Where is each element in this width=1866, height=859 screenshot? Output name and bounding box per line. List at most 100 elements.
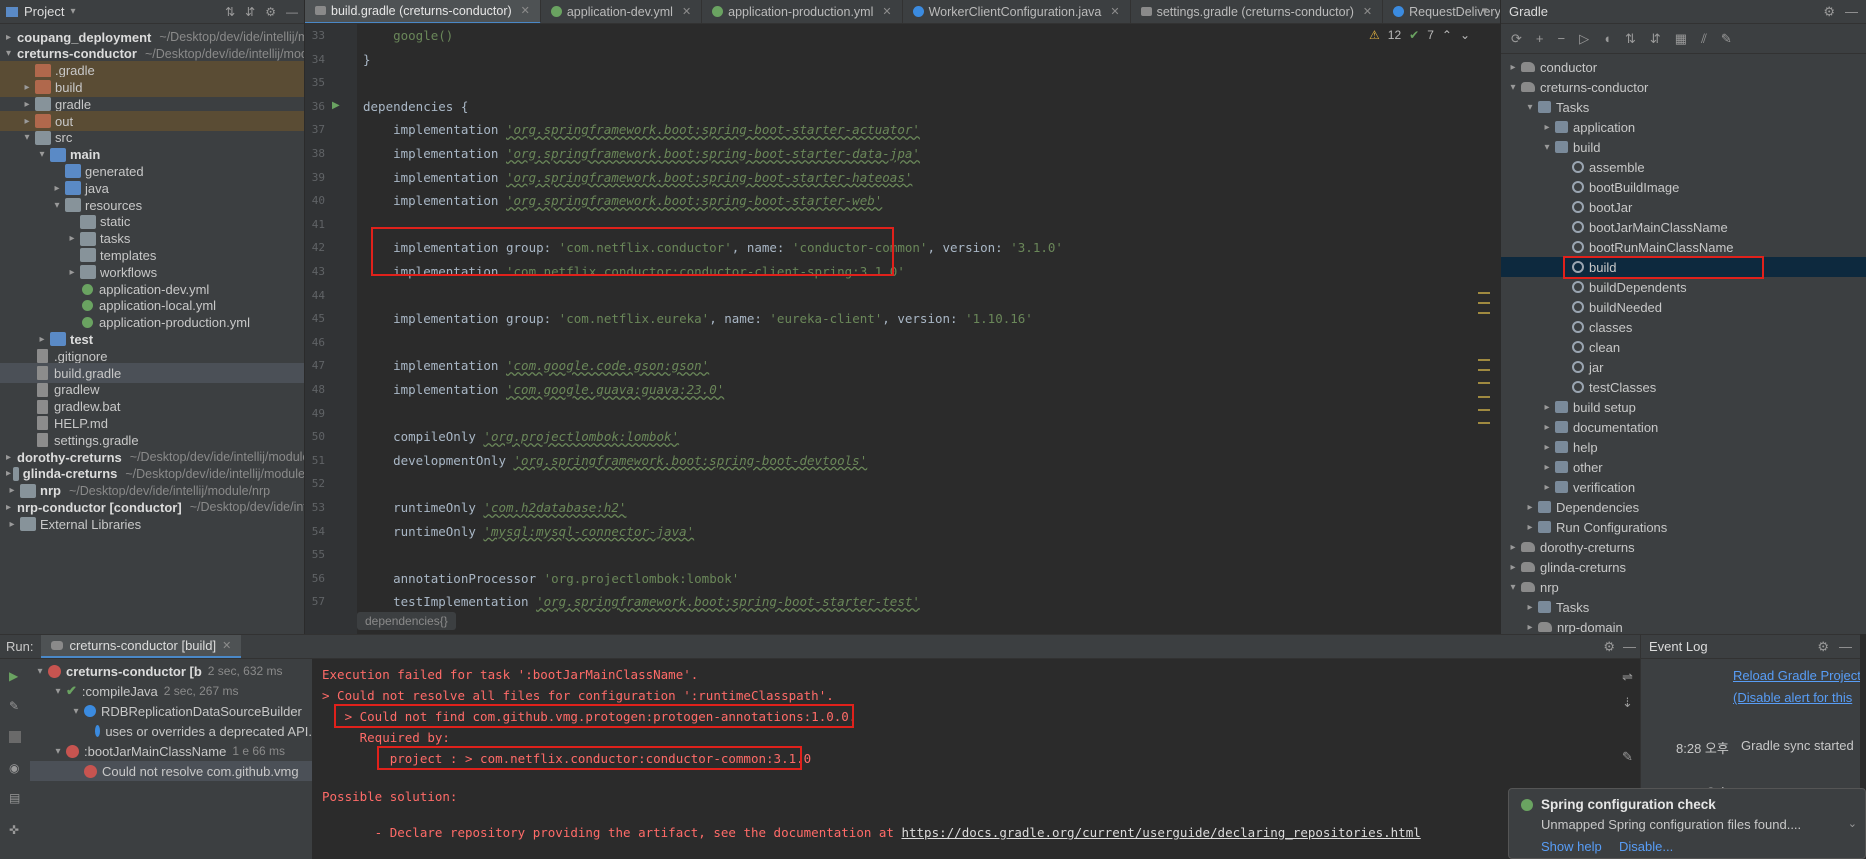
stop-icon[interactable] [9, 731, 21, 743]
gradle-tree-item[interactable]: ▸ Dependencies [1501, 497, 1866, 517]
run-tree-item[interactable]: Could not resolve com.github.vmg [30, 761, 312, 781]
chevron-down-icon[interactable]: ▾ [51, 200, 63, 211]
minimize-icon[interactable]: — [286, 5, 298, 19]
gradle-tree-item[interactable]: bootBuildImage [1501, 177, 1866, 197]
editor-tab[interactable]: WorkerClientConfiguration.java ✕ [903, 0, 1131, 23]
minimize-icon[interactable]: — [1839, 639, 1852, 654]
gradle-tree-item[interactable]: bootJarMainClassName [1501, 217, 1866, 237]
close-icon[interactable]: ✕ [222, 639, 231, 652]
run-task-icon[interactable]: ▷ [1579, 31, 1589, 47]
gradle-tree-item[interactable]: ▾ nrp [1501, 577, 1866, 597]
editor-tab[interactable]: application-production.yml ✕ [702, 0, 903, 23]
chevron-right-icon[interactable]: ▸ [1524, 522, 1536, 533]
editor-tab[interactable]: build.gradle (creturns-conductor) ✕ [305, 0, 541, 23]
wrench-icon[interactable]: ✎ [1622, 749, 1633, 765]
disable-alert-link[interactable]: (Disable alert for this [1733, 690, 1852, 705]
project-title[interactable]: Project [24, 4, 64, 19]
run-tree-item[interactable]: ▾:bootJarMainClassName 1 e 66 ms [30, 741, 312, 761]
gradle-tree-item[interactable]: ▸ Run Configurations [1501, 517, 1866, 537]
chevron-right-icon[interactable]: ▸ [6, 485, 18, 496]
expand-all-icon[interactable]: ⇅ [225, 5, 235, 19]
run-tree-item[interactable]: uses or overrides a deprecated API. [30, 721, 312, 741]
gradle-tree-item[interactable]: jar [1501, 357, 1866, 377]
scroll-end-icon[interactable]: ⇣ [1622, 695, 1633, 711]
gradle-tree-item[interactable]: buildNeeded [1501, 297, 1866, 317]
close-icon[interactable]: ✕ [1363, 5, 1372, 18]
layout-icon[interactable]: ▤ [9, 791, 21, 805]
gradle-tree-item[interactable]: testClasses [1501, 377, 1866, 397]
chevron-down-icon[interactable]: ⌄ [1848, 817, 1857, 830]
soft-wrap-icon[interactable]: ⇌ [1622, 669, 1633, 685]
gradle-tree-item[interactable]: buildDependents [1501, 277, 1866, 297]
chevron-right-icon[interactable]: ▸ [6, 502, 11, 513]
chevron-right-icon[interactable]: ▸ [1507, 542, 1519, 553]
chevron-down-icon[interactable]: ▾ [52, 686, 64, 697]
chevron-down-icon[interactable]: ▾ [70, 706, 82, 717]
breadcrumb[interactable]: dependencies{} [357, 612, 456, 630]
gradle-tree-item[interactable]: ▸ dorothy-creturns [1501, 537, 1866, 557]
chevron-right-icon[interactable]: ▸ [1541, 422, 1553, 433]
run-tree-item[interactable]: ▾ RDBReplicationDataSourceBuilder [30, 701, 312, 721]
add-icon[interactable]: + [1536, 31, 1544, 46]
gradle-tree-item[interactable]: ▸ nrp-domain [1501, 617, 1866, 635]
chevron-right-icon[interactable]: ▸ [1524, 602, 1536, 613]
close-icon[interactable]: ✕ [882, 5, 891, 18]
code-editor[interactable]: 33 34 35 36 ▶ 37 38 39 40 41 42 43 44 45 46 47 48 49 50 51 5… [305, 24, 1500, 634]
gradle-tree-item[interactable]: ▾ build [1501, 137, 1866, 157]
wrench-icon[interactable]: ✎ [1721, 31, 1732, 47]
gradle-tree-item[interactable]: ▸ other [1501, 457, 1866, 477]
chevron-right-icon[interactable]: ▸ [1524, 502, 1536, 513]
chevron-up-icon[interactable]: ⌃ [1442, 28, 1452, 42]
collapse-all-icon[interactable]: ⇵ [245, 5, 255, 19]
gradle-tree-item[interactable]: ▸ help [1501, 437, 1866, 457]
reload-gradle-link[interactable]: Reload Gradle Project [1733, 668, 1860, 683]
gradle-tree-item[interactable]: ▸ conductor [1501, 57, 1866, 77]
gradle-tree-item[interactable]: ▸ application [1501, 117, 1866, 137]
chevron-down-icon[interactable]: ▾ [52, 746, 64, 757]
gear-icon[interactable]: ⚙ [1603, 639, 1615, 655]
run-gutter-icon[interactable]: ▶ [332, 100, 340, 111]
gradle-tree-item[interactable]: clean [1501, 337, 1866, 357]
docs-link[interactable]: https://docs.gradle.org/current/userguid… [901, 825, 1420, 840]
chevron-right-icon[interactable]: ▸ [1507, 62, 1519, 73]
chevron-right-icon[interactable]: ▸ [36, 334, 48, 345]
chevron-right-icon[interactable]: ▸ [21, 82, 33, 93]
chevron-right-icon[interactable]: ▸ [1507, 562, 1519, 573]
wrench-icon[interactable]: ✎ [9, 699, 21, 713]
gear-icon[interactable]: ⚙ [1823, 4, 1835, 20]
close-icon[interactable]: ✕ [682, 5, 691, 18]
chevron-right-icon[interactable]: ▸ [1541, 442, 1553, 453]
chevron-right-icon[interactable]: ▸ [6, 32, 11, 43]
gradle-tree-item[interactable]: ▾ Tasks [1501, 97, 1866, 117]
chevron-down-icon[interactable]: ▾ [36, 149, 48, 160]
chevron-right-icon[interactable]: ▸ [66, 233, 78, 244]
chevron-right-icon[interactable]: ▸ [51, 183, 63, 194]
tree-item[interactable]: ▸ External Libraries [0, 514, 304, 534]
gradle-tree-item[interactable]: ▸ build setup [1501, 397, 1866, 417]
gear-icon[interactable]: ⚙ [1817, 639, 1829, 655]
run-tab[interactable]: creturns-conductor [build] ✕ [41, 635, 242, 658]
chevron-right-icon[interactable]: ▸ [6, 452, 11, 463]
gradle-tree-item[interactable]: bootJar [1501, 197, 1866, 217]
close-icon[interactable]: ✕ [521, 4, 530, 17]
inspection-widget[interactable]: ⚠ 12 ✔ 7 ⌃ ⌄ [1369, 28, 1470, 42]
console-output[interactable]: Execution failed for task ':bootJarMainC… [312, 659, 1612, 859]
gradle-tree-item[interactable]: ▸ glinda-creturns [1501, 557, 1866, 577]
chevron-right-icon[interactable]: ▸ [1541, 462, 1553, 473]
gradle-tree-item[interactable]: ▸ verification [1501, 477, 1866, 497]
minimize-icon[interactable]: — [1845, 4, 1858, 19]
tabs-overflow-icon[interactable]: ▾ [1482, 4, 1488, 17]
chevron-right-icon[interactable]: ▸ [1541, 122, 1553, 133]
editor-tab[interactable]: application-dev.yml ✕ [541, 0, 703, 23]
pin-icon[interactable]: ✜ [9, 823, 21, 837]
chevron-right-icon[interactable]: ▸ [1541, 482, 1553, 493]
chevron-down-icon[interactable]: ▾ [1507, 582, 1519, 593]
gradle-elephant-icon[interactable]: ◖ [1603, 31, 1611, 46]
chevron-right-icon[interactable]: ▸ [66, 267, 78, 278]
chevron-right-icon[interactable]: ▸ [1541, 402, 1553, 413]
disable-link[interactable]: Disable... [1619, 839, 1673, 854]
chevron-down-icon[interactable]: ▾ [21, 132, 33, 143]
chevron-down-icon[interactable]: ▾ [34, 666, 46, 677]
minimize-icon[interactable]: — [1623, 639, 1636, 654]
close-icon[interactable]: ✕ [1110, 5, 1119, 18]
